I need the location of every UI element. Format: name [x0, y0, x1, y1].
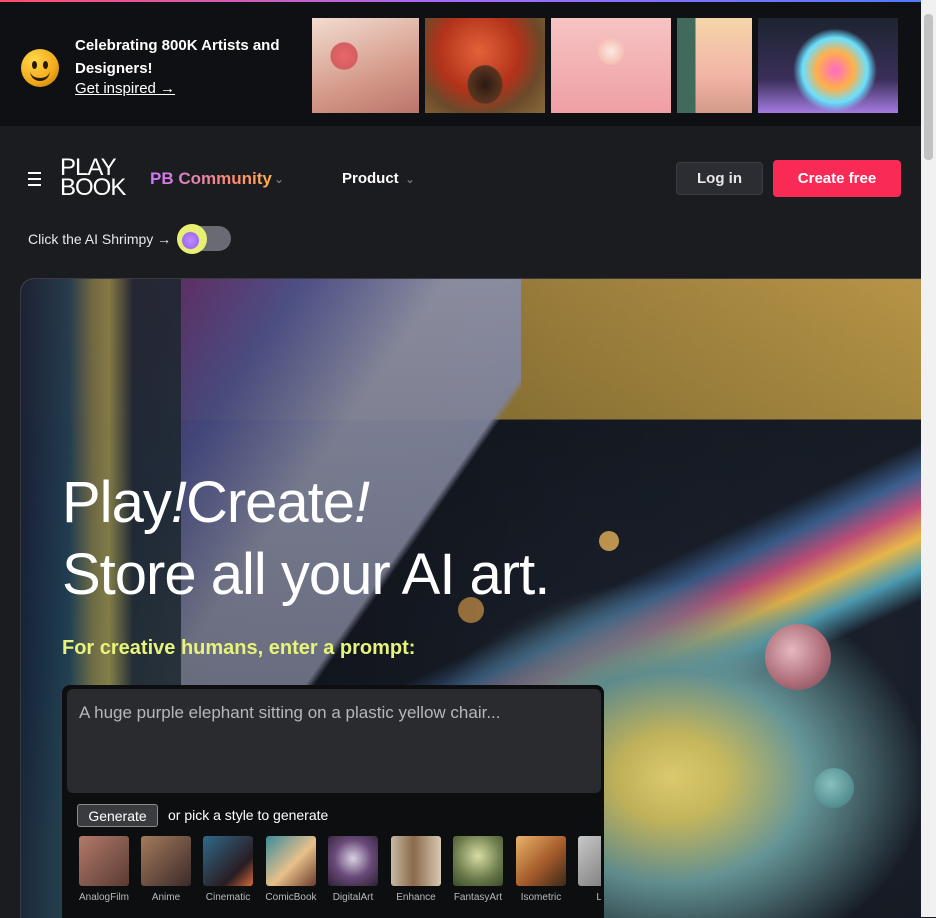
promo-banner: Celebrating 800K Artists and Designers! … — [0, 2, 921, 126]
hero-headline: Play!Create! Store all your AI art. — [62, 470, 550, 607]
product-menu[interactable]: Product — [342, 170, 399, 187]
promo-thumbnail[interactable] — [551, 18, 671, 113]
pick-style-text: or pick a style to generate — [168, 807, 329, 823]
promo-title: Celebrating 800K Artists and Designers! — [75, 37, 280, 77]
pb-community-menu[interactable]: PB Community — [150, 169, 272, 189]
page-scrollbar[interactable] — [921, 0, 936, 917]
style-option[interactable]: Anime — [139, 836, 193, 903]
get-inspired-link[interactable]: Get inspired → — [75, 80, 175, 97]
style-option[interactable]: FantasyArt — [451, 836, 505, 903]
style-picker: AnalogFilm Anime Cinematic ComicBook Dig… — [77, 836, 601, 916]
menu-icon[interactable] — [28, 172, 41, 190]
playbook-logo[interactable]: PLAY BOOK — [60, 156, 126, 200]
style-option[interactable]: AnalogFilm — [77, 836, 131, 903]
promo-thumbnail[interactable] — [425, 18, 545, 113]
style-option[interactable]: DigitalArt — [326, 836, 380, 903]
login-button[interactable]: Log in — [676, 162, 763, 195]
shrimpy-toggle[interactable] — [177, 224, 231, 254]
smiley-icon — [21, 49, 59, 87]
promo-thumbnail[interactable] — [312, 18, 419, 113]
promo-thumbnail[interactable] — [758, 18, 898, 113]
chevron-down-icon: ⌄ — [274, 172, 285, 186]
shrimpy-label: Click the AI Shrimpy → — [28, 231, 172, 247]
style-option[interactable]: Isometric — [514, 836, 568, 903]
prompt-label: For creative humans, enter a prompt: — [62, 637, 416, 659]
style-option[interactable]: ComicBook — [264, 836, 318, 903]
style-option[interactable]: Lin — [576, 836, 601, 903]
prompt-panel: A huge purple elephant sitting on a plas… — [62, 685, 604, 918]
prompt-input[interactable]: A huge purple elephant sitting on a plas… — [67, 689, 601, 793]
style-option[interactable]: Enhance — [389, 836, 443, 903]
promo-thumbnail[interactable] — [677, 18, 752, 113]
style-option[interactable]: Cinematic — [201, 836, 255, 903]
hero-section: Play!Create! Store all your AI art. For … — [20, 278, 922, 918]
chevron-down-icon: ⌄ — [405, 172, 416, 186]
create-free-button[interactable]: Create free — [773, 160, 901, 197]
shrimp-icon — [177, 224, 207, 254]
generate-button[interactable]: Generate — [77, 804, 158, 827]
